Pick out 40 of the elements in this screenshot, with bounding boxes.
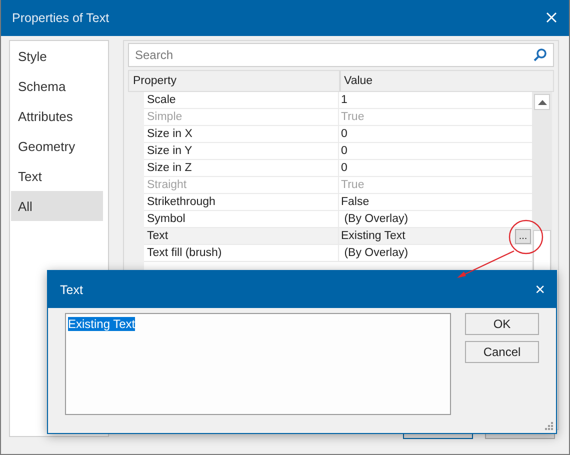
selected-text: Existing Text — [68, 317, 136, 331]
value-cell[interactable]: Existing Text — [341, 230, 406, 242]
resize-grip-icon[interactable] — [545, 422, 553, 430]
sidebar-item[interactable]: Geometry — [11, 131, 103, 161]
value-cell[interactable]: 0 — [341, 145, 348, 157]
scroll-up-button[interactable] — [534, 94, 550, 110]
leader-line — [457, 250, 514, 278]
dialog-button[interactable]: Cancel — [465, 341, 539, 363]
property-cell[interactable]: Size in Z — [144, 160, 338, 177]
dialog-title: Text — [60, 282, 83, 296]
sidebar-item[interactable]: All — [11, 191, 103, 221]
sidebar-item[interactable]: Attributes — [11, 101, 103, 131]
close-icon — [546, 12, 557, 23]
sidebar-item[interactable]: Schema — [11, 71, 103, 101]
search-icon — [533, 48, 547, 62]
value-cell[interactable]: 0 — [341, 128, 348, 140]
dialog-button[interactable]: OK — [465, 313, 539, 335]
property-cell[interactable]: Strikethrough — [144, 194, 338, 211]
sidebar-item[interactable]: Text — [11, 161, 103, 191]
search-field[interactable]: Search — [128, 43, 554, 67]
property-cell[interactable]: Symbol — [144, 211, 338, 228]
close-button[interactable]: × — [535, 280, 545, 300]
column-header[interactable]: Property — [129, 71, 339, 91]
property-cell[interactable]: Size in Y — [144, 143, 338, 160]
value-cell[interactable]: 0 — [341, 162, 348, 174]
property-cell[interactable]: Scale — [144, 92, 338, 109]
window-title: Properties of Text — [12, 11, 110, 25]
text-area[interactable]: Existing Text — [65, 313, 451, 415]
up-arrow-icon — [538, 100, 546, 104]
property-cell[interactable]: Text — [144, 228, 338, 245]
search-input[interactable]: Search — [135, 48, 533, 62]
callout-circle — [508, 220, 544, 254]
property-cell[interactable]: Size in X — [144, 126, 338, 143]
value-cell[interactable]: False — [341, 196, 370, 208]
ellipsis-button[interactable]: ... — [515, 228, 531, 244]
sidebar-item[interactable]: Style — [11, 41, 103, 71]
value-cell[interactable]: (By Overlay) — [341, 213, 408, 225]
property-cell[interactable]: Text fill (brush) — [144, 245, 338, 262]
value-cell[interactable]: (By Overlay) — [341, 247, 408, 259]
value-cell[interactable]: 1 — [341, 94, 348, 106]
